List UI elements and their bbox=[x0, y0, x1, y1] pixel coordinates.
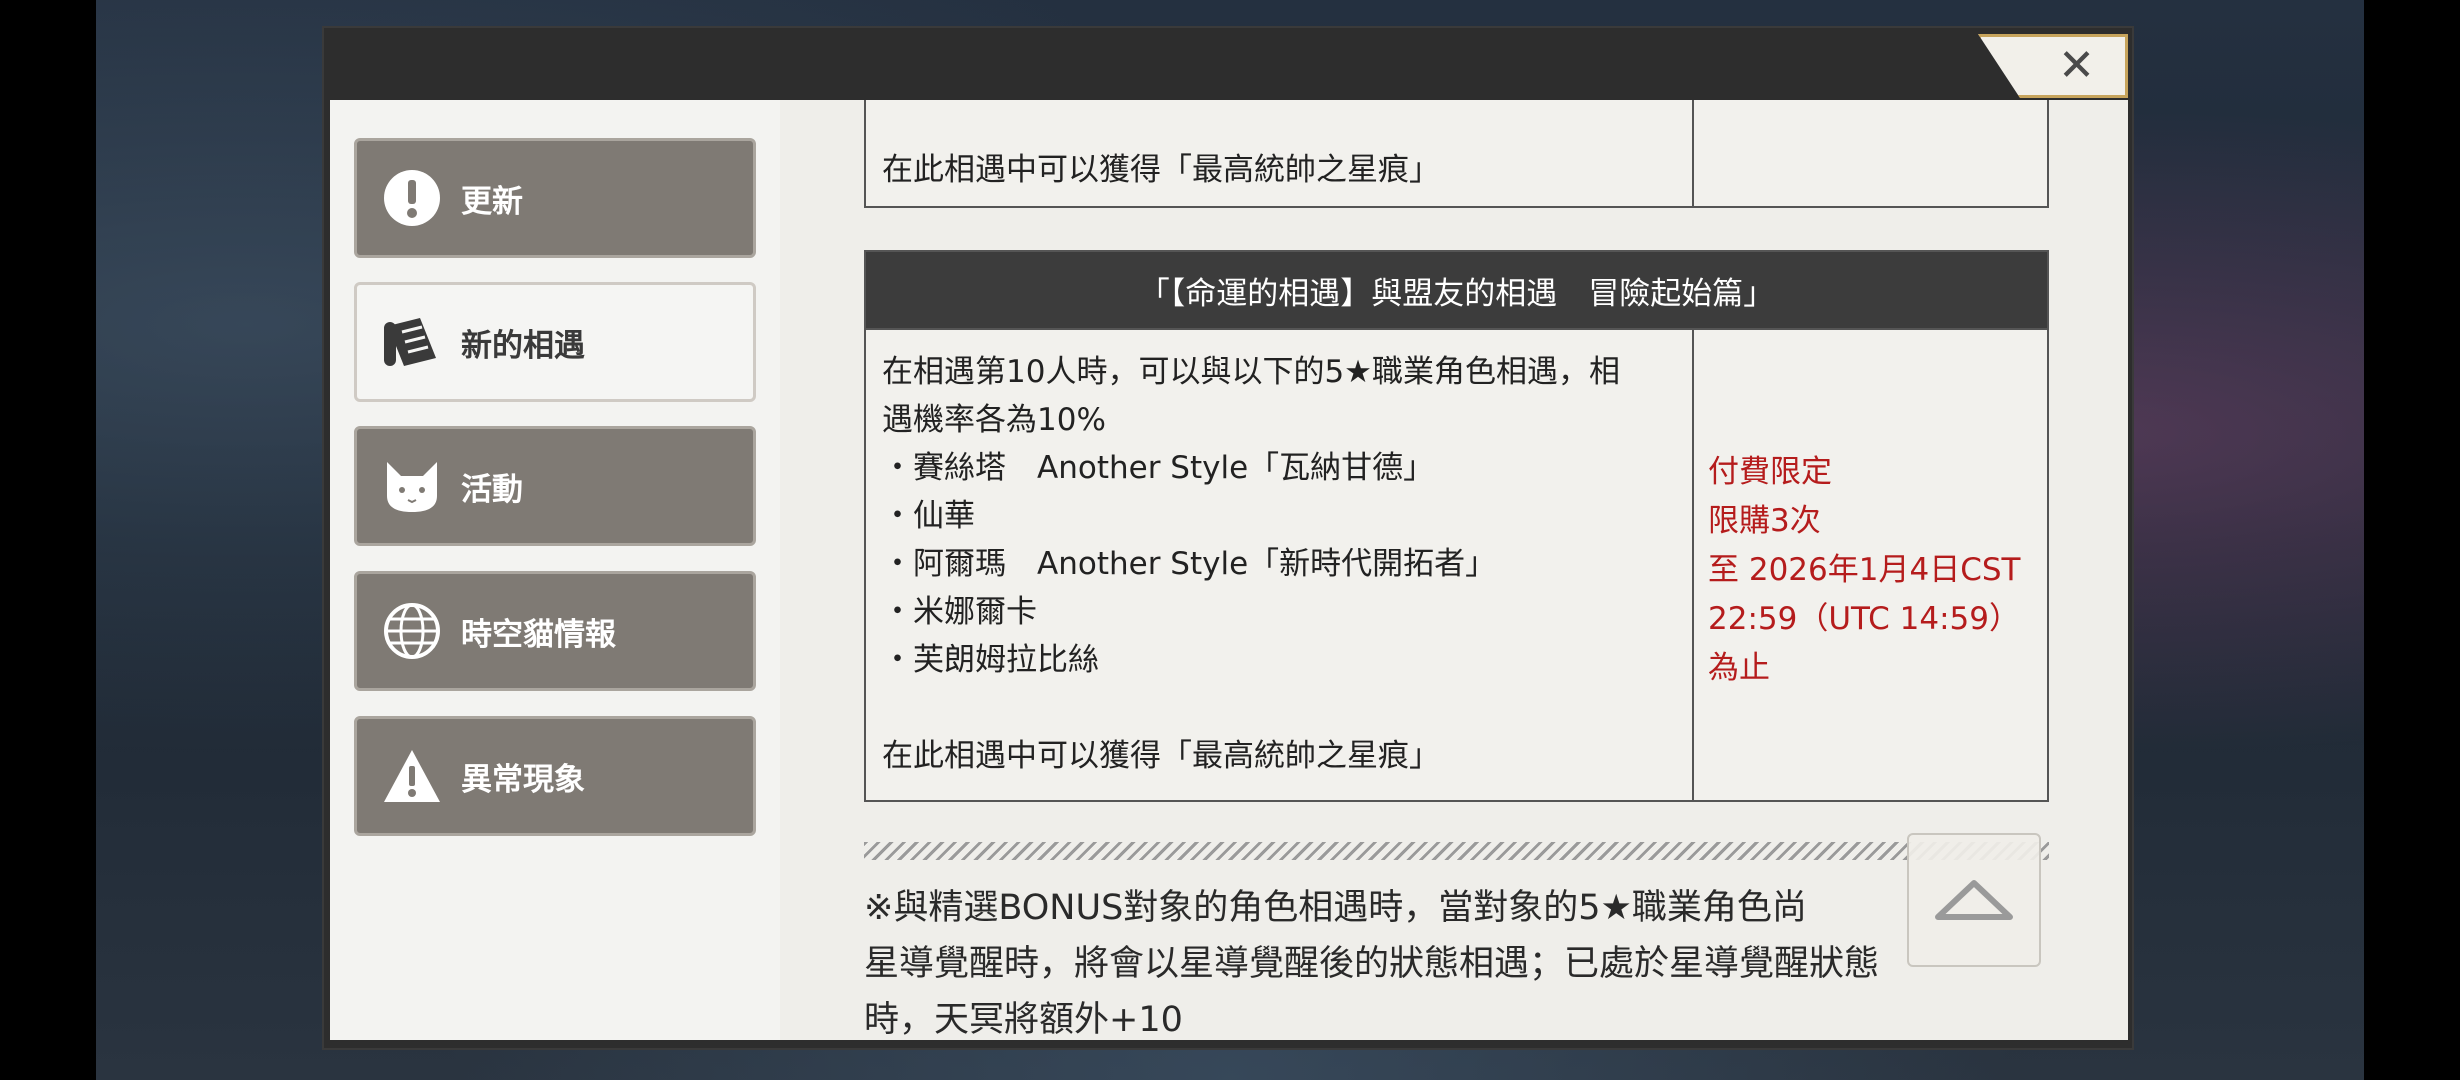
close-icon: ✕ bbox=[2058, 40, 2095, 91]
previous-table-tail: 在此相遇中可以獲得「最高統帥之星痕」 bbox=[864, 100, 2049, 208]
sidebar-item-events[interactable]: 活動 bbox=[354, 426, 756, 546]
bonus-note: ※與精選BONUS對象的角色相遇時，當對象的5★職業角色尚 星導覺醒時，將會以星… bbox=[864, 880, 1994, 1048]
table-cell-details: 在相遇第10人時，可以與以下的5★職業角色相遇，相 遇機率各為10% ・賽絲塔 … bbox=[866, 330, 1694, 800]
condition-line: 為止 bbox=[1708, 650, 1770, 686]
warning-icon bbox=[377, 741, 447, 811]
right-letterbox bbox=[2364, 0, 2460, 1080]
condition-line: 限購3次 bbox=[1708, 503, 1821, 539]
scroll-icon bbox=[377, 307, 447, 377]
reward-text: 在此相遇中可以獲得「最高統帥之星痕」 bbox=[882, 738, 1440, 774]
intro-line: 遇機率各為10% bbox=[882, 402, 1106, 438]
table-header-text: 「【命運的相遇】與盟友的相遇 冒險起始篇」 bbox=[1138, 275, 1775, 312]
encounter-table-body: 在相遇第10人時，可以與以下的5★職業角色相遇，相 遇機率各為10% ・賽絲塔 … bbox=[864, 328, 2049, 802]
condition-line: 至 2026年1月4日CST bbox=[1708, 552, 2021, 588]
character-item: ・米娜爾卡 bbox=[882, 594, 1037, 630]
chevron-up-icon bbox=[1935, 880, 2013, 920]
sidebar-item-label: 活動 bbox=[461, 471, 523, 508]
scroll-to-top-button[interactable] bbox=[1907, 833, 2041, 967]
sidebar-item-label: 時空貓情報 bbox=[461, 616, 616, 653]
intro-line: 在相遇第10人時，可以與以下的5★職業角色相遇，相 bbox=[882, 354, 1620, 390]
table-cell-text: 在此相遇中可以獲得「最高統帥之星痕」 bbox=[882, 152, 1440, 188]
sidebar-item-update[interactable]: 更新 bbox=[354, 138, 756, 258]
sidebar-item-anomaly[interactable]: 異常現象 bbox=[354, 716, 756, 836]
character-item: ・賽絲塔 Another Style「瓦納甘德」 bbox=[882, 450, 1435, 486]
cat-icon bbox=[377, 451, 447, 521]
note-line: 時，天冥將額外+10 bbox=[864, 1000, 1183, 1040]
character-item: ・芙朗姆拉比絲 bbox=[882, 642, 1099, 678]
condition-line: 付費限定 bbox=[1708, 454, 1832, 490]
condition-line: 22:59（UTC 14:59） bbox=[1708, 601, 2020, 637]
globe-icon bbox=[377, 596, 447, 666]
character-item: ・仙華 bbox=[882, 498, 975, 534]
sidebar-item-label: 新的相遇 bbox=[461, 327, 585, 364]
sidebar-item-new-encounter[interactable]: 新的相遇 bbox=[354, 282, 756, 402]
table-cell-conditions: 付費限定 限購3次 至 2026年1月4日CST 22:59（UTC 14:59… bbox=[1694, 330, 2047, 800]
sidebar-item-label: 更新 bbox=[461, 183, 523, 220]
table-cell: 在此相遇中可以獲得「最高統帥之星痕」 bbox=[866, 100, 1694, 206]
character-item: ・阿爾瑪 Another Style「新時代開拓者」 bbox=[882, 546, 1497, 582]
sidebar-item-timecat-info[interactable]: 時空貓情報 bbox=[354, 571, 756, 691]
encounter-table-header: 「【命運的相遇】與盟友的相遇 冒險起始篇」 bbox=[864, 250, 2049, 330]
left-letterbox bbox=[0, 0, 96, 1080]
section-divider bbox=[864, 842, 2049, 860]
sidebar-item-label: 異常現象 bbox=[461, 761, 585, 798]
exclamation-icon bbox=[377, 163, 447, 233]
note-line: ※與精選BONUS對象的角色相遇時，當對象的5★職業角色尚 bbox=[864, 888, 1807, 928]
note-line: 星導覺醒時，將會以星導覺醒後的狀態相遇；已處於星導覺醒狀態 bbox=[864, 944, 1880, 984]
